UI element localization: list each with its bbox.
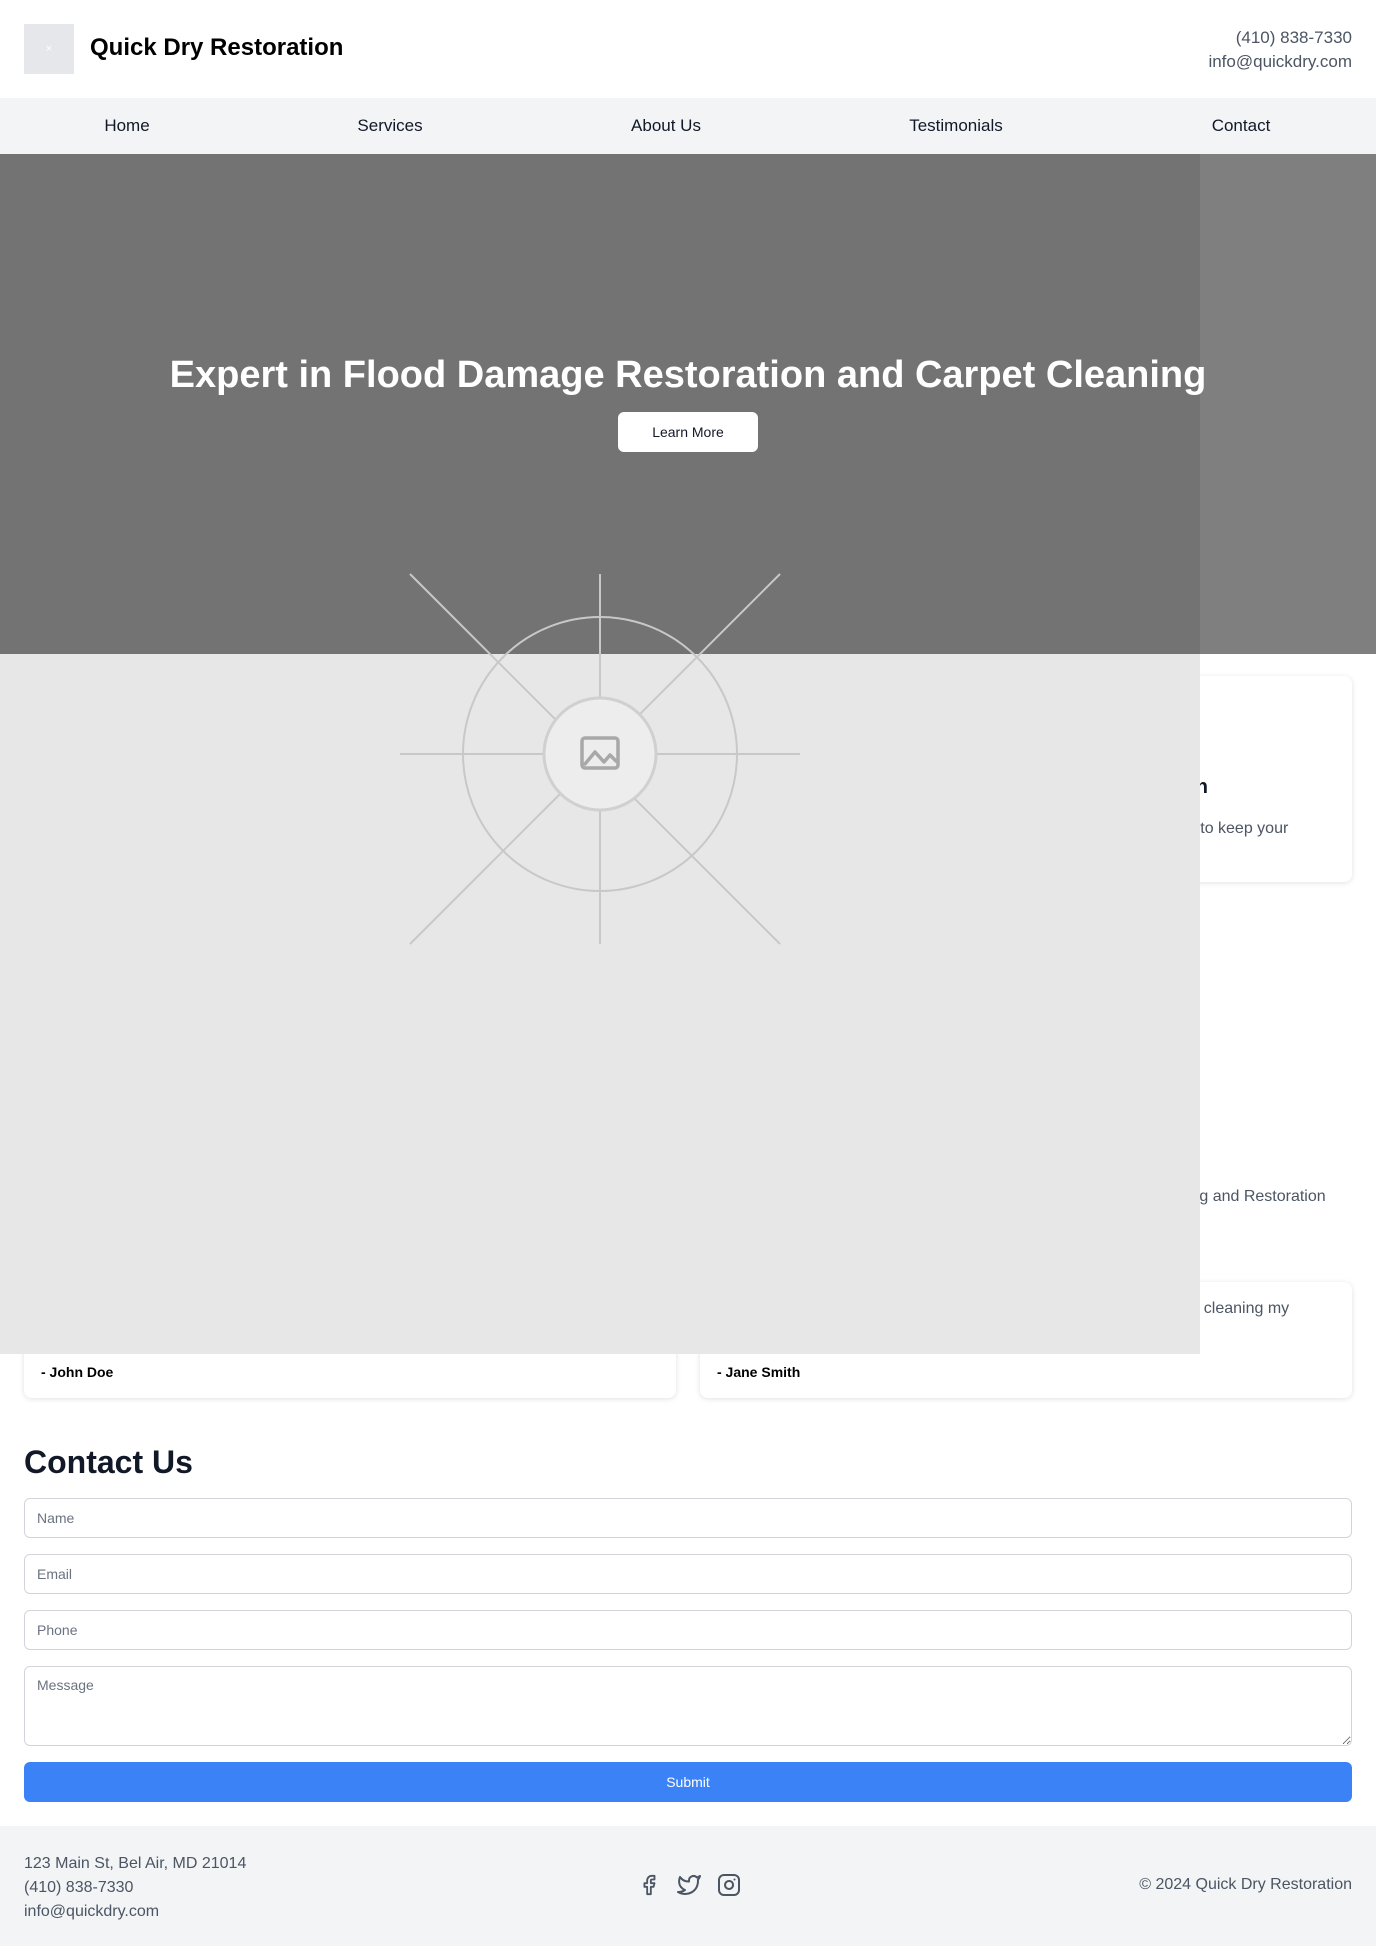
nav-item-testimonials[interactable]: Testimonials (909, 116, 1003, 136)
nav-item-about-us[interactable]: About Us (631, 116, 701, 136)
nav-item-services[interactable]: Services (357, 116, 422, 136)
site-header: × Quick Dry Restoration (410) 838-7330 i… (0, 0, 1376, 98)
nav-item-contact[interactable]: Contact (1212, 116, 1271, 136)
footer-contact-info: 123 Main St, Bel Air, MD 21014 (410) 838… (24, 1852, 246, 1924)
logo-image-icon: × (45, 43, 53, 55)
header-email: info@quickdry.com (1208, 52, 1352, 71)
contact-heading: Contact Us (24, 1444, 193, 1480)
name-field[interactable] (24, 1498, 1352, 1538)
twitter-icon[interactable] (676, 1872, 702, 1898)
email-field[interactable] (24, 1554, 1352, 1594)
site-footer: 123 Main St, Bel Air, MD 21014 (410) 838… (0, 1826, 1376, 1946)
footer-address: 123 Main St, Bel Air, MD 21014 (24, 1855, 247, 1872)
footer-phone: (410) 838-7330 (24, 1879, 134, 1896)
about-text: ning and Restoration (1178, 1188, 1326, 1205)
header-phone: (410) 838-7330 (1235, 28, 1352, 47)
phone-field[interactable] (24, 1610, 1352, 1650)
facebook-icon[interactable] (636, 1872, 662, 1898)
learn-more-button[interactable]: Learn More (618, 412, 758, 452)
footer-email: info@quickdry.com (24, 1903, 160, 1920)
main-nav: Home Services About Us Testimonials Cont… (0, 98, 1376, 154)
instagram-icon[interactable] (716, 1872, 742, 1898)
nav-item-home[interactable]: Home (104, 116, 149, 136)
testimonial-author: - John Doe (41, 1364, 114, 1380)
message-field[interactable] (24, 1666, 1352, 1746)
logo[interactable]: × (24, 24, 74, 74)
copyright-text: © 2024 Quick Dry Restoration (1139, 1876, 1352, 1893)
site-title: Quick Dry Restoration (90, 34, 344, 61)
submit-button[interactable]: Submit (24, 1762, 1352, 1802)
hero-title: Expert in Flood Damage Restoration and C… (169, 354, 1207, 396)
hero-content: Expert in Flood Damage Restoration and C… (0, 154, 1376, 654)
header-contact: (410) 838-7330 info@quickdry.com (1208, 26, 1352, 74)
social-links (636, 1872, 742, 1898)
testimonial-author: - Jane Smith (717, 1364, 801, 1380)
